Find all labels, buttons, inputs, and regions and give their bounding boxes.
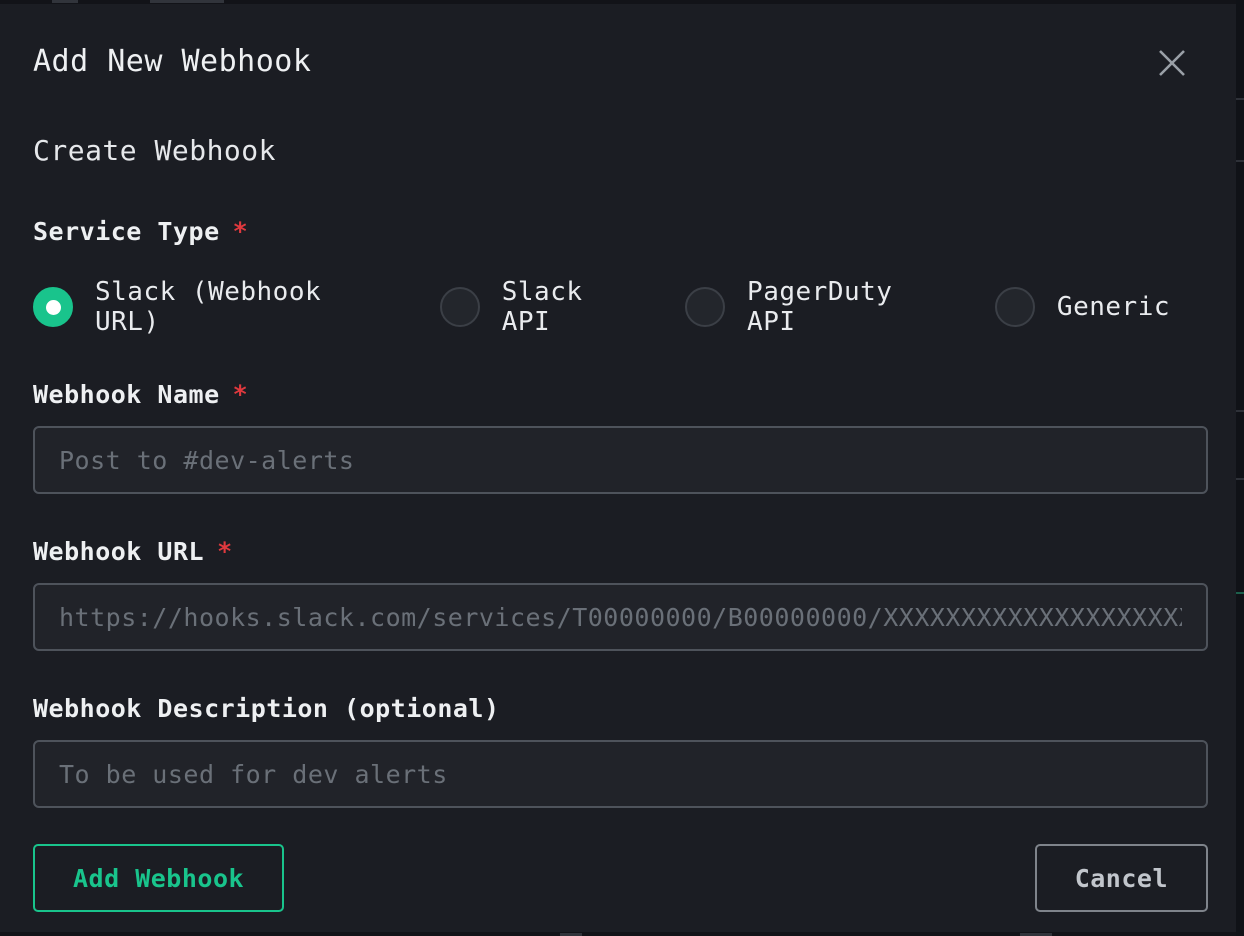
radio-label: Generic: [1057, 292, 1170, 322]
modal-footer: Add Webhook Cancel: [33, 844, 1208, 912]
radio-label: Slack API: [502, 277, 647, 337]
section-heading: Create Webhook: [33, 134, 1208, 167]
webhook-url-label: Webhook URL *: [33, 537, 1208, 566]
radio-unselected-icon[interactable]: [995, 287, 1035, 327]
radio-slack-api[interactable]: Slack API: [440, 277, 647, 337]
radio-generic[interactable]: Generic: [995, 287, 1170, 327]
close-button[interactable]: [1154, 46, 1190, 82]
radio-unselected-icon[interactable]: [440, 287, 480, 327]
background-page-edge: [150, 0, 224, 3]
radio-unselected-icon[interactable]: [685, 287, 725, 327]
service-type-label: Service Type *: [33, 217, 1208, 246]
webhook-description-input[interactable]: [33, 740, 1208, 808]
radio-slack-webhook-url[interactable]: Slack (Webhook URL): [33, 277, 402, 337]
webhook-name-input[interactable]: [33, 426, 1208, 494]
radio-label: PagerDuty API: [747, 277, 957, 337]
radio-label: Slack (Webhook URL): [95, 277, 402, 337]
background-page-edge: [52, 0, 78, 3]
cancel-button[interactable]: Cancel: [1035, 844, 1208, 912]
required-asterisk: *: [233, 217, 249, 246]
webhook-description-label: Webhook Description (optional): [33, 694, 1208, 723]
add-webhook-modal: Add New Webhook Create Webhook Service T…: [0, 4, 1236, 932]
radio-selected-icon[interactable]: [33, 287, 73, 327]
webhook-name-label: Webhook Name *: [33, 380, 1208, 409]
add-webhook-button[interactable]: Add Webhook: [33, 844, 284, 912]
service-type-radio-group: Slack (Webhook URL) Slack API PagerDuty …: [33, 277, 1208, 337]
modal-header: Add New Webhook: [33, 4, 1208, 82]
webhook-url-input[interactable]: [33, 583, 1208, 651]
radio-pagerduty-api[interactable]: PagerDuty API: [685, 277, 957, 337]
modal-title: Add New Webhook: [33, 44, 311, 80]
required-asterisk: *: [217, 537, 233, 566]
required-asterisk: *: [233, 380, 249, 409]
close-icon: [1155, 46, 1189, 83]
background-page-edge: [1236, 0, 1244, 936]
